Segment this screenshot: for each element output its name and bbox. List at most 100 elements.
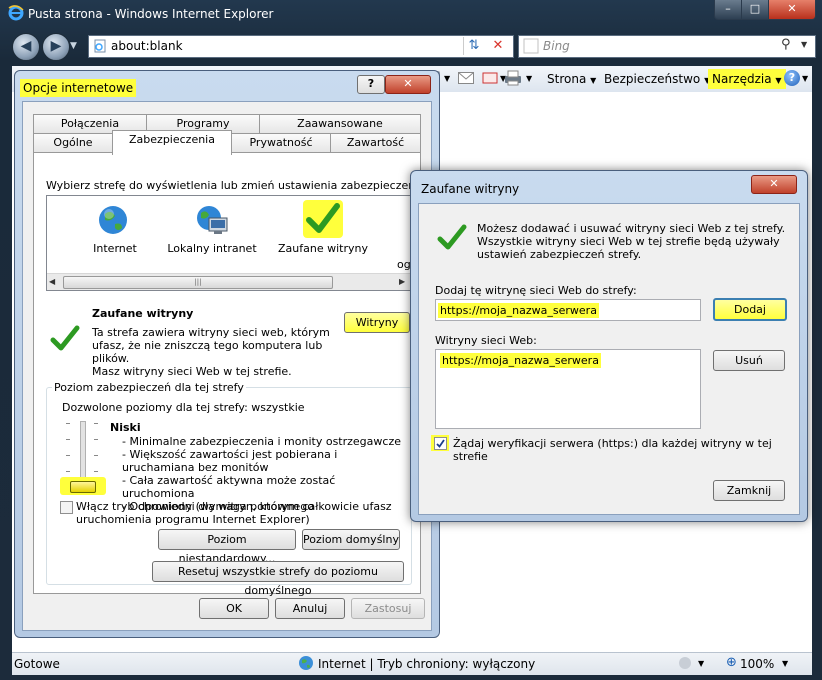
close-window-button[interactable]: ✕ [768,0,816,20]
add-site-label: Dodaj tę witrynę sieci Web do strefy: [435,284,637,297]
dialog-title: Opcje internetowe [20,79,137,97]
forward-button[interactable]: ▶ [42,33,70,61]
status-text: Gotowe [14,657,60,671]
zoom-level[interactable]: 100% [740,657,774,671]
level-item: - Cała zawartość aktywna może zostać uru… [122,474,336,500]
tab-advanced[interactable]: Zaawansowane [259,114,421,133]
add-site-input[interactable]: https://moja_nazwa_serwera [435,299,701,321]
address-input[interactable]: about:blank [111,39,183,53]
chevron-down-icon: ▼ [590,76,597,85]
security-menu[interactable]: Bezpieczeństwo ▼ [604,72,710,86]
close-dialog-button[interactable]: ✕ [385,75,431,94]
sites-button[interactable]: Witryny [344,312,410,333]
apply-button[interactable]: Zastosuj [351,598,425,619]
internet-options-dialog: Opcje internetowe ? ✕ Połączenia Program… [14,70,440,638]
level-item: - Większość zawartości jest pobierana i … [122,448,338,474]
security-level-group-label: Poziom zabezpieczeń dla tej strefy [52,381,246,394]
zone-label: Internet [93,242,137,255]
print-icon[interactable] [504,70,522,86]
remove-button[interactable]: Usuń [713,350,785,371]
reset-all-zones-button[interactable]: Resetuj wszystkie strefy do poziomu domy… [152,561,404,597]
window-title: Pusta strona - Windows Internet Explorer [28,7,274,21]
protected-mode-checkbox[interactable] [60,501,73,514]
ie-logo-icon [8,5,24,21]
trusted-check-icon [435,222,469,254]
slider-thumb[interactable] [70,481,96,493]
selected-zone-description: Ta strefa zawiera witryny sieci web, któ… [92,326,330,365]
status-dropdown-icon[interactable]: ▼ [698,659,704,668]
tab-security[interactable]: Zabezpieczenia [112,130,232,155]
scroll-right-icon[interactable]: ▶ [399,277,405,286]
trusted-info: Możesz dodawać i usuwać witryny sieci We… [477,222,786,261]
pop-up-status-icon[interactable] [677,655,695,671]
back-button[interactable]: ◀ [12,33,40,61]
add-button[interactable]: Dodaj [713,298,787,321]
security-level-slider[interactable] [60,421,110,497]
page-menu-label: Strona [547,72,587,86]
stop-icon[interactable]: ✕ [487,37,509,55]
scroll-thumb[interactable]: ||| [63,276,333,289]
security-tab-page: Wybierz strefę do wyświetlenia lub zmień… [33,152,421,597]
tab-privacy[interactable]: Prywatność [231,133,331,152]
mail-icon[interactable] [458,72,474,84]
forward-arrow-icon: ▶ [50,38,62,54]
require-https-checkbox[interactable] [434,437,447,450]
close-icon: ✕ [769,177,779,190]
zone-label: Zaufane witryny [278,242,368,255]
close-button[interactable]: Zamknij [713,480,785,501]
tab-content[interactable]: Zawartość [330,133,421,152]
zone-list-scrollbar[interactable]: ◀ ||| ▶ [47,273,411,290]
help-icon[interactable]: ? [784,70,800,86]
zone-trusted-sites[interactable]: Zaufane witryny [277,196,369,268]
close-trusted-dialog-button[interactable]: ✕ [751,175,797,194]
zoom-icon[interactable]: ⊕ [726,655,740,671]
trusted-check-icon [303,200,343,238]
security-menu-label: Bezpieczeństwo [604,72,701,86]
allowed-levels: Dozwolone poziomy dla tej strefy: wszyst… [62,401,305,414]
rss-dropdown-icon[interactable]: ▼ [444,74,450,83]
search-icon[interactable]: ⚲ [781,37,791,52]
zone-list: Internet Lokalny intranet Zaufane witryn… [46,195,412,291]
globe-icon [97,204,129,236]
zoom-dropdown-icon[interactable]: ▼ [782,659,788,668]
cancel-button[interactable]: Anuluj [275,598,345,619]
zone-internet[interactable]: Internet [75,196,155,268]
sites-list-label: Witryny sieci Web: [435,334,537,347]
compatibility-refresh-icon[interactable]: ⇅ [463,37,484,55]
tab-general[interactable]: Ogólne [33,133,113,152]
dialog-body: Połączenia Programy Zaawansowane Ogólne … [22,101,432,631]
scroll-left-icon[interactable]: ◀ [49,277,55,286]
address-bar[interactable]: about:blank ⇅ ✕ [88,35,514,58]
sites-list[interactable]: https://moja_nazwa_serwera [435,349,701,429]
custom-level-button[interactable]: Poziom niestandardowy... [158,529,296,565]
selected-zone-title: Zaufane witryny [92,307,194,320]
help-dropdown-icon[interactable]: ▼ [802,74,808,83]
help-button[interactable]: ? [357,75,385,94]
sites-info: Masz witryny sieci Web w tej strefie. [92,365,292,378]
search-dropdown-icon[interactable]: ▼ [801,40,807,49]
print-dropdown-icon[interactable]: ▼ [526,74,532,83]
maximize-button[interactable]: □ [741,0,769,20]
level-item: - Minimalne zabezpieczenia i monity ostr… [122,435,401,448]
search-input[interactable]: Bing [543,39,570,53]
minimize-button[interactable]: – [714,0,742,20]
read-mail-icon[interactable] [482,71,498,85]
require-https-label: Żądaj weryfikacji serwera (https:) dla k… [453,437,772,463]
zone-local-intranet[interactable]: Lokalny intranet [167,196,257,268]
search-box[interactable]: Bing ⚲ ▼ [518,35,816,58]
chevron-down-icon: ▼ [775,76,782,85]
default-level-button[interactable]: Poziom domyślny [302,529,400,550]
trusted-dialog-body: Możesz dodawać i usuwać witryny sieci We… [418,203,800,515]
close-icon: ✕ [403,77,413,90]
page-menu[interactable]: Strona ▼ [547,72,596,86]
trusted-dialog-title: Zaufane witryny [421,182,520,196]
zone-status[interactable]: Internet | Tryb chroniony: wyłączony [318,657,535,671]
level-name: Niski [110,421,141,434]
zone-label-cut: og [397,258,411,271]
site-list-item[interactable]: https://moja_nazwa_serwera [440,353,601,368]
page-icon [93,39,107,53]
history-dropdown-icon[interactable]: ▼ [70,41,77,51]
tools-menu-label: Narzędzia [712,72,772,86]
tools-menu[interactable]: Narzędzia ▼ [708,69,786,89]
ok-button[interactable]: OK [199,598,269,619]
